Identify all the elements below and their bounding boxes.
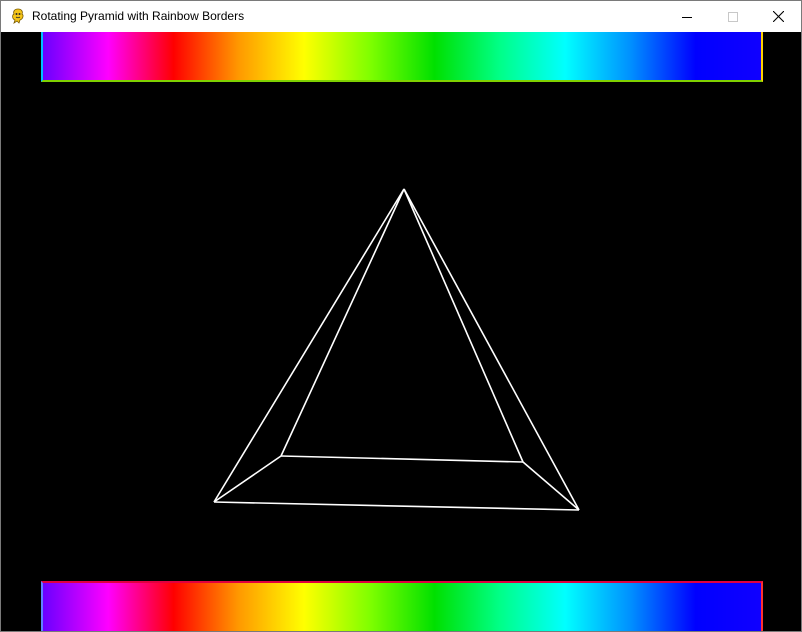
pyramid-edge (280, 188, 405, 457)
app-window: Rotating Pyramid with Rainbow Borders (0, 0, 802, 632)
pyramid-edge (213, 501, 580, 511)
game-canvas[interactable] (1, 32, 801, 631)
maximize-button[interactable] (710, 1, 756, 32)
minimize-button[interactable] (664, 1, 710, 32)
pyramid-edge (403, 188, 524, 463)
maximize-icon (728, 11, 738, 22)
title-bar[interactable]: Rotating Pyramid with Rainbow Borders (1, 1, 801, 32)
pyramid-edge (213, 188, 405, 503)
pygame-icon (10, 8, 26, 24)
pyramid-edge (213, 455, 282, 503)
pyramid-wireframe (213, 188, 580, 511)
pyramid-edge (280, 455, 524, 463)
window-title: Rotating Pyramid with Rainbow Borders (32, 9, 245, 23)
close-button[interactable] (755, 1, 801, 32)
pyramid-edge (522, 461, 580, 511)
minimize-icon (682, 16, 692, 18)
close-icon (772, 11, 784, 22)
